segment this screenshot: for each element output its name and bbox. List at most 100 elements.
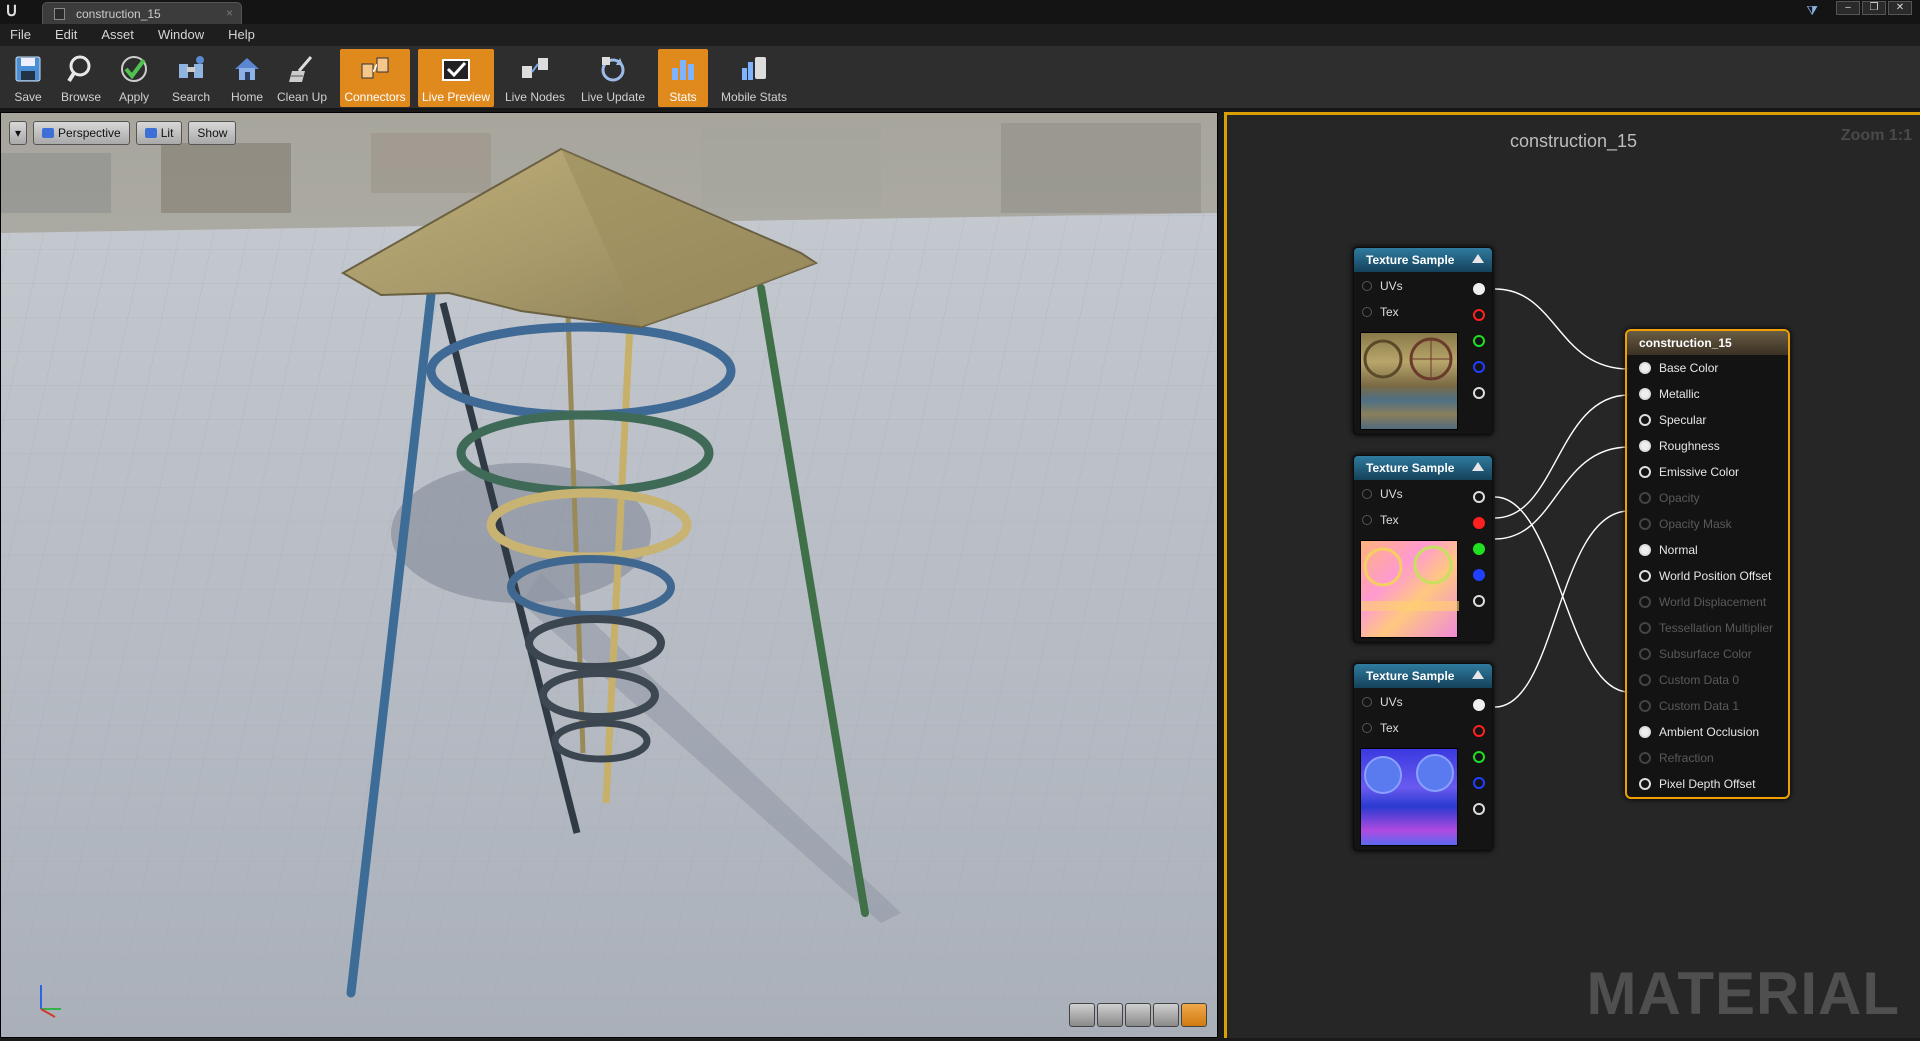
live-update-button[interactable]: Live Update (578, 49, 648, 107)
output-g-pin[interactable] (1473, 751, 1485, 763)
texture-sample-node-3[interactable]: Texture Sample UVs Tex (1353, 663, 1493, 851)
search-button[interactable]: Search (166, 49, 216, 107)
mobile-stats-button[interactable]: Mobile Stats (716, 49, 792, 107)
input-pin[interactable] (1639, 362, 1651, 374)
input-pin[interactable] (1362, 281, 1372, 291)
input-pin[interactable] (1639, 726, 1651, 738)
ambient-occlusion-input[interactable]: Ambient Occlusion (1627, 721, 1788, 743)
input-pin[interactable] (1639, 414, 1651, 426)
pixel-depth-offset-input[interactable]: Pixel Depth Offset (1627, 773, 1788, 795)
output-g-pin[interactable] (1473, 543, 1485, 555)
input-pin[interactable] (1362, 515, 1372, 525)
custom-mesh-button[interactable] (1181, 1003, 1207, 1027)
uvs-input[interactable]: UVs (1354, 692, 1492, 712)
texture-sample-node-2[interactable]: Texture Sample UVs Tex (1353, 455, 1493, 643)
output-b-pin[interactable] (1473, 569, 1485, 581)
live-nodes-button[interactable]: Live Nodes (502, 49, 568, 107)
uvs-input[interactable]: UVs (1354, 484, 1492, 504)
document-tab[interactable]: construction_15 × (42, 2, 242, 24)
output-a-pin[interactable] (1473, 803, 1485, 815)
tab-close-icon[interactable]: × (226, 6, 233, 20)
menu-help[interactable]: Help (228, 24, 265, 46)
tex-input[interactable]: Tex (1354, 718, 1492, 738)
unreal-logo-icon[interactable]: ᑌ (6, 2, 26, 22)
menu-edit[interactable]: Edit (55, 24, 87, 46)
perspective-button[interactable]: Perspective (33, 121, 130, 145)
material-graph[interactable]: construction_15 Zoom 1:1 MATERIAL Textur… (1224, 112, 1920, 1038)
tex-input[interactable]: Tex (1354, 510, 1492, 530)
input-pin[interactable] (1639, 544, 1651, 556)
input-pin[interactable] (1639, 388, 1651, 400)
toolbar: Save Browse Apply Search Home Clean Up C… (0, 46, 1920, 110)
preview-viewport[interactable]: ▾ Perspective Lit Show (0, 112, 1218, 1038)
restore-button[interactable]: ❐ (1862, 1, 1886, 15)
specular-input[interactable]: Specular (1627, 409, 1788, 431)
input-pin[interactable] (1362, 307, 1372, 317)
material-result-node[interactable]: construction_15 Base Color Metallic Spec… (1625, 329, 1790, 799)
refraction-input: Refraction (1627, 747, 1788, 769)
input-pin[interactable] (1362, 723, 1372, 733)
input-pin[interactable] (1362, 489, 1372, 499)
input-pin[interactable] (1639, 570, 1651, 582)
output-r-pin[interactable] (1473, 309, 1485, 321)
subsurface-color-input: Subsurface Color (1627, 643, 1788, 665)
tex-input[interactable]: Tex (1354, 302, 1492, 322)
input-pin[interactable] (1362, 697, 1372, 707)
apply-button[interactable]: Apply (112, 49, 156, 107)
input-pin[interactable] (1639, 466, 1651, 478)
output-b-pin[interactable] (1473, 777, 1485, 789)
output-rgb-pin[interactable] (1473, 491, 1485, 503)
normal-input[interactable]: Normal (1627, 539, 1788, 561)
cube-mesh-button[interactable] (1153, 1003, 1179, 1027)
input-pin[interactable] (1639, 440, 1651, 452)
output-a-pin[interactable] (1473, 595, 1485, 607)
menu-window[interactable]: Window (158, 24, 214, 46)
plane-mesh-button[interactable] (1125, 1003, 1151, 1027)
input-pin (1639, 700, 1651, 712)
lit-button[interactable]: Lit (135, 121, 183, 145)
perspective-icon (42, 128, 55, 138)
close-window-button[interactable]: ✕ (1888, 1, 1912, 15)
world-position-offset-input[interactable]: World Position Offset (1627, 565, 1788, 587)
menu-asset[interactable]: Asset (101, 24, 144, 46)
browse-button[interactable]: Browse (56, 49, 106, 107)
result-node-header[interactable]: construction_15 (1627, 331, 1788, 355)
output-r-pin[interactable] (1473, 725, 1485, 737)
live-preview-button[interactable]: Live Preview (418, 49, 494, 107)
node-header[interactable]: Texture Sample (1354, 248, 1492, 272)
collapse-icon[interactable] (1472, 670, 1484, 679)
chevron-down-icon: ▾ (15, 126, 22, 140)
output-b-pin[interactable] (1473, 361, 1485, 373)
viewport-options-button[interactable]: ▾ (9, 121, 28, 145)
clean-up-button[interactable]: Clean Up (274, 49, 330, 107)
base-color-input[interactable]: Base Color (1627, 357, 1788, 379)
roughness-input[interactable]: Roughness (1627, 435, 1788, 457)
node-header[interactable]: Texture Sample (1354, 456, 1492, 480)
viewport-scene[interactable] (1, 113, 1218, 1038)
input-pin[interactable] (1639, 778, 1651, 790)
output-rgb-pin[interactable] (1473, 699, 1485, 711)
sphere-mesh-button[interactable] (1097, 1003, 1123, 1027)
show-button[interactable]: Show (188, 121, 237, 145)
save-button[interactable]: Save (4, 49, 52, 107)
stats-button[interactable]: Stats (658, 49, 708, 107)
output-rgb-pin[interactable] (1473, 283, 1485, 295)
collapse-icon[interactable] (1472, 254, 1484, 263)
connectors-button[interactable]: Connectors (340, 49, 410, 107)
uvs-input[interactable]: UVs (1354, 276, 1492, 296)
minimize-button[interactable]: – (1836, 1, 1860, 15)
output-a-pin[interactable] (1473, 387, 1485, 399)
menu-file[interactable]: File (10, 24, 41, 46)
output-r-pin[interactable] (1473, 517, 1485, 529)
node-header[interactable]: Texture Sample (1354, 664, 1492, 688)
notification-icon[interactable]: ⧩ (1806, 3, 1818, 19)
cylinder-mesh-button[interactable] (1069, 1003, 1095, 1027)
collapse-icon[interactable] (1472, 462, 1484, 471)
home-button[interactable]: Home (224, 49, 270, 107)
material-asset-icon (54, 8, 65, 20)
output-g-pin[interactable] (1473, 335, 1485, 347)
live-nodes-icon (517, 51, 553, 87)
emissive-color-input[interactable]: Emissive Color (1627, 461, 1788, 483)
metallic-input[interactable]: Metallic (1627, 383, 1788, 405)
texture-sample-node-1[interactable]: Texture Sample UVs Tex (1353, 247, 1493, 435)
